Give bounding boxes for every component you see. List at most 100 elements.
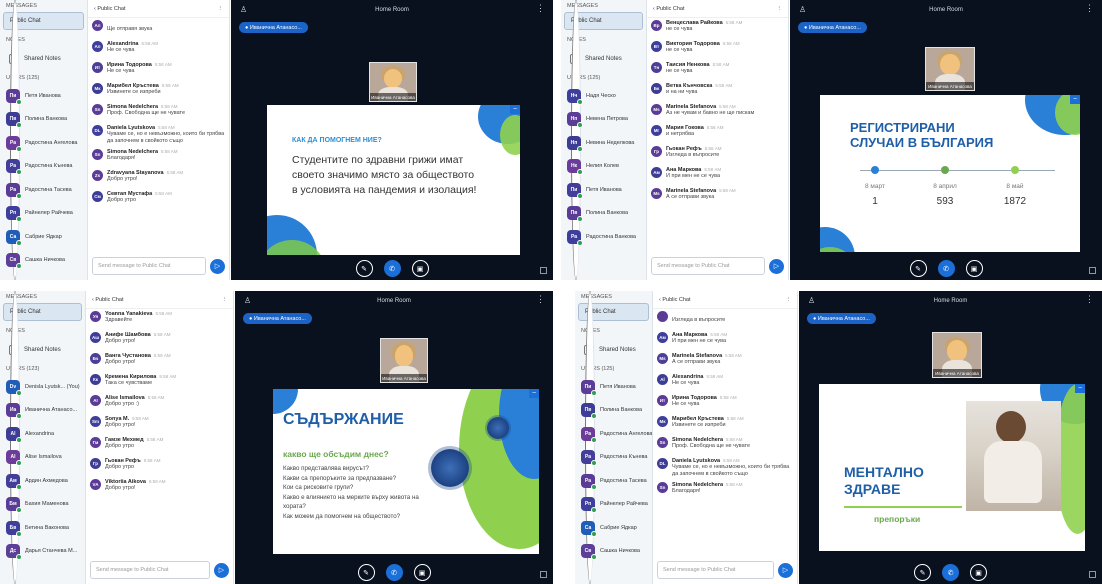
presenter-pill[interactable]: ● Иванична Атанасо... — [243, 313, 312, 324]
webcam-thumbnail[interactable]: Иванична Атанасова — [932, 332, 982, 378]
slide-bullet: Кои са рисковите групи? — [283, 484, 354, 491]
kebab-menu-icon[interactable]: ⋮ — [222, 297, 228, 303]
user-icon[interactable]: ♙ — [799, 5, 807, 14]
message-body: Daniela Lyutskova 5:58 AM Чуваме се, но е … — [107, 125, 225, 145]
message-body: Sonya M. 5:58 AM Добро утро! — [105, 416, 229, 433]
avatar: Ал — [92, 41, 103, 52]
chat-message: Ам Ана Маркова 5:58 AM И при мен не се чува — [651, 165, 784, 186]
fullscreen-icon[interactable] — [1089, 571, 1096, 578]
room-title: Home Room — [377, 298, 411, 304]
public-chat-item[interactable]: Public Chat — [3, 0, 84, 280]
webcam-label: Иванична Атанасова — [933, 369, 981, 377]
user-name: Полина Ванкова — [25, 116, 68, 123]
chat-message: Изгледа в въпросите — [657, 309, 793, 330]
user-name: Бетина Ваконова — [25, 524, 69, 531]
chat-panel: ‹ Public Chat ⋮ Уя Yoanna Yanakieva 5:58 AM… — [86, 291, 234, 584]
message-input[interactable]: Send message to Public Chat — [92, 257, 206, 275]
message-time: 5:58 AM — [722, 41, 740, 46]
message-time: 5:58 AM — [719, 104, 736, 109]
presenter-pill[interactable]: ● Иванична Атанасо... — [239, 22, 308, 33]
user-icon[interactable]: ♙ — [240, 5, 248, 14]
webcam-thumbnail[interactable]: Иванична Атанасова — [380, 338, 428, 383]
camera-button[interactable]: ▣ — [970, 564, 987, 581]
message-body: Кремена Кирилова 5:58 AM Така се чувстваме — [105, 374, 229, 391]
chat-title: Public Chat — [97, 5, 126, 12]
webcam-thumbnail[interactable]: Иванична Атанасова — [369, 62, 417, 102]
message-text: Добро утро — [105, 443, 135, 449]
minimize-icon[interactable]: − — [510, 105, 520, 114]
room-title: Home Room — [933, 298, 968, 304]
message-time: 5:58 AM — [155, 311, 173, 316]
chat-message: Уя Yoanna Yanakieva 5:58 AM Здравейте — [90, 309, 229, 330]
mute-button[interactable]: ✎ — [357, 564, 375, 581]
message-body: Мария Гокова 5:58 AM и нетрябва — [666, 125, 784, 142]
avatar: DL — [92, 125, 103, 136]
options-icon[interactable]: ⋮ — [536, 294, 545, 305]
phone-button[interactable]: ✆ — [942, 564, 959, 581]
slide-bullet: Как можем да помогнем на обществото? — [283, 512, 401, 520]
message-input[interactable]: Send message to Public Chat — [657, 561, 774, 579]
fullscreen-icon[interactable] — [1089, 267, 1096, 274]
user-icon[interactable]: ♙ — [808, 296, 816, 305]
minimize-icon[interactable]: − — [529, 389, 539, 398]
message-text: Ще отправя звука — [107, 26, 153, 32]
top-bar: ♙ Home Room ⋮ — [231, 0, 553, 20]
avatar: Ам — [6, 473, 22, 490]
public-chat-item[interactable]: Public Chat — [578, 291, 649, 584]
fullscreen-icon[interactable] — [540, 267, 547, 274]
message-body: Гьокан Рефъ 5:58 AM Изгледа в въпросите — [666, 146, 784, 163]
slide-title: СЪДЪРЖАНИЕ — [283, 411, 404, 428]
camera-button[interactable]: ▣ — [413, 564, 431, 581]
minimize-icon[interactable]: − — [1070, 95, 1080, 104]
options-icon[interactable]: ⋮ — [1085, 3, 1094, 14]
chat-header: ‹ Public Chat ⋮ — [653, 291, 797, 309]
timeline-date: 8 април — [933, 183, 957, 190]
message-text: Добро утро! — [105, 338, 136, 344]
camera-button[interactable]: ▣ — [411, 260, 429, 277]
send-button[interactable]: ▷ — [210, 258, 225, 274]
message-list: Вр Венцеслава Райкова 5:58 AM не се чува Вт В… — [647, 18, 788, 252]
message-body: Viktoriia Aikova 5:58 AM Добро утро! — [105, 479, 229, 496]
presentation-slide: − РЕГИСТРИРАНИ СЛУЧАИ В БЪЛГАРИЯ 8 март 1… — [820, 95, 1080, 252]
send-button[interactable]: ▷ — [778, 562, 793, 578]
kebab-menu-icon[interactable]: ⋮ — [786, 297, 792, 303]
message-input[interactable]: Send message to Public Chat — [90, 561, 210, 579]
kebab-menu-icon[interactable]: ⋮ — [218, 6, 224, 12]
minimize-icon[interactable]: − — [1075, 384, 1085, 393]
mute-button[interactable]: ✎ — [914, 564, 931, 581]
phone-button[interactable]: ✆ — [937, 260, 955, 277]
slide-bullet: Какво е влиянието на мерките върху живот… — [283, 493, 419, 511]
message-time: 5:58 AM — [158, 125, 175, 130]
phone-button[interactable]: ✆ — [383, 260, 401, 277]
user-icon[interactable]: ♙ — [244, 296, 252, 305]
chat-message: VA Viktoriia Aikova 5:58 AM Добро утро! — [90, 477, 229, 498]
message-text: Не се чува — [672, 401, 700, 407]
avatar: Гр — [651, 146, 662, 157]
send-button[interactable]: ▷ — [769, 258, 784, 274]
fullscreen-icon[interactable] — [540, 571, 547, 578]
chat-message: Sn Simona Nedelchera 5:58 AM Проф. Свободна… — [92, 102, 225, 123]
screenshot-3: MESSAGES Public Chat NOTES Shared Notes … — [0, 291, 553, 584]
message-time: 5:58 AM — [132, 416, 149, 421]
kebab-menu-icon[interactable]: ⋮ — [777, 6, 783, 12]
avatar: Ра — [6, 182, 22, 199]
public-chat-item[interactable]: Public Chat — [3, 291, 82, 584]
options-icon[interactable]: ⋮ — [536, 3, 545, 14]
camera-button[interactable]: ▣ — [965, 260, 983, 277]
message-input[interactable]: Send message to Public Chat — [651, 257, 765, 275]
presenter-pill[interactable]: ● Иванична Атанасо... — [798, 22, 867, 33]
message-text: и на ни чува — [666, 89, 698, 95]
slide-bullet: Какво представлява вирусът? — [283, 465, 369, 472]
presenter-pill[interactable]: ● Иванична Атанасо... — [807, 313, 876, 324]
webcam-thumbnail[interactable]: Иванична Атанасова — [925, 47, 975, 91]
public-chat-item[interactable]: Public Chat — [564, 0, 643, 280]
send-button[interactable]: ▷ — [214, 562, 229, 578]
message-body: Simona Nedelchera 5:58 AM Благодаря! — [672, 482, 793, 499]
avatar: Бв — [6, 520, 22, 537]
mute-button[interactable]: ✎ — [355, 260, 373, 277]
message-text: Благодаря! — [672, 488, 701, 494]
options-icon[interactable]: ⋮ — [1085, 294, 1094, 305]
mute-button[interactable]: ✎ — [909, 260, 927, 277]
media-controls: ✎ ✆ ▣ — [231, 260, 553, 277]
phone-button[interactable]: ✆ — [385, 564, 403, 581]
